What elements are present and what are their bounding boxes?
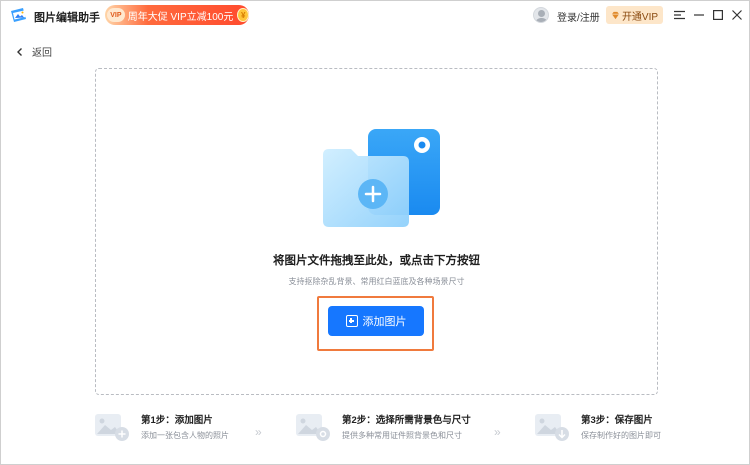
coin-icon: ¥ (237, 8, 249, 22)
open-vip-label: 开通VIP (621, 11, 659, 23)
back-button[interactable]: 返回 (15, 44, 52, 59)
drop-subtitle: 支持抠除杂乱背景、常用红白蓝底及各种场景尺寸 (288, 277, 465, 286)
step-choose-background: 第2步：选择所需背景色与尺寸 提供多种常用证件照背景色和尺寸 (295, 407, 495, 447)
title-bar: 图片编辑助手 VIP 周年大促 VIP立减100元 ¥ 登录/注册 开通VIP (1, 1, 749, 31)
image-download-icon (535, 414, 569, 441)
step-3-desc: 保存制作好的图片即可 (581, 431, 661, 440)
step-2-desc: 提供多种常用证件照背景色和尺寸 (342, 431, 462, 440)
step-add-image: 第1步：添加图片 添加一张包含人物的照片 (94, 407, 264, 447)
drop-title: 将图片文件拖拽至此处，或点击下方按钮 (273, 255, 480, 267)
maximize-icon[interactable] (711, 8, 725, 22)
diamond-icon (611, 11, 620, 19)
folder-add-image-icon (323, 129, 440, 227)
image-add-icon (95, 414, 129, 441)
menu-icon[interactable] (672, 8, 686, 22)
step-1-title: 第1步：添加图片 (141, 415, 213, 426)
plus-square-icon (345, 315, 358, 327)
step-arrow-icon: » (255, 425, 261, 439)
app-logo-icon (11, 8, 26, 22)
image-settings-icon (296, 414, 330, 441)
minimize-icon[interactable] (692, 8, 706, 22)
step-3-title: 第3步：保存图片 (581, 415, 653, 426)
open-vip-button[interactable]: 开通VIP (606, 6, 663, 24)
step-arrow-icon: » (494, 425, 500, 439)
avatar[interactable] (533, 7, 549, 23)
chevron-left-icon (17, 47, 22, 56)
vip-tag: VIP (107, 8, 125, 22)
step-1-desc: 添加一张包含人物的照片 (141, 431, 229, 440)
step-2-title: 第2步：选择所需背景色与尺寸 (342, 415, 471, 426)
add-image-label: 添加图片 (362, 316, 407, 328)
login-register-link[interactable]: 登录/注册 (557, 9, 600, 24)
promo-banner[interactable]: VIP 周年大促 VIP立减100元 ¥ (105, 5, 249, 25)
image-drop-zone[interactable]: 将图片文件拖拽至此处，或点击下方按钮 支持抠除杂乱背景、常用红白蓝底及各种场景尺… (95, 68, 658, 395)
add-image-button[interactable]: 添加图片 (328, 306, 424, 336)
back-label: 返回 (32, 48, 52, 59)
close-icon[interactable] (730, 8, 744, 22)
promo-text: 周年大促 VIP立减100元 (127, 11, 234, 23)
step-save-image: 第3步：保存图片 保存制作好的图片即可 (534, 407, 674, 447)
app-title: 图片编辑助手 (34, 12, 100, 24)
